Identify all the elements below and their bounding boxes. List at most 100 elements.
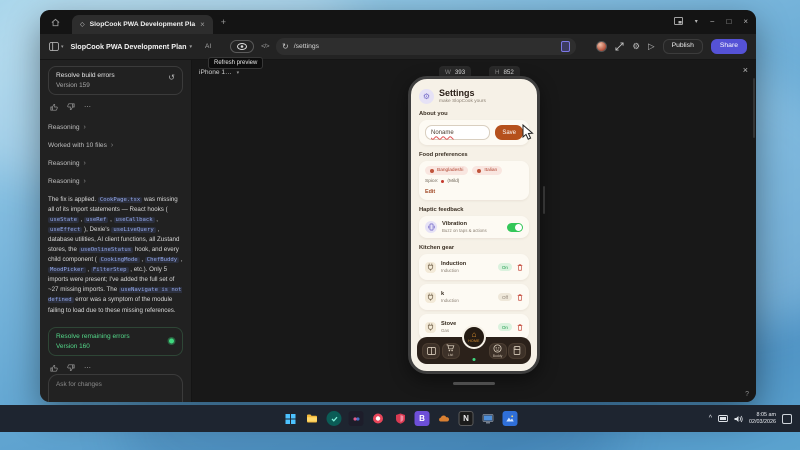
assistant-message: The fix is applied. CookPage.tsx was mis…: [48, 196, 183, 314]
gear-section-label: Kitchen gear: [419, 245, 455, 251]
start-button[interactable]: [283, 411, 298, 426]
thumbs-up-icon[interactable]: [50, 364, 58, 372]
reasoning-toggle[interactable]: Reasoning ›: [48, 178, 183, 185]
cuisine-pill: Italian: [472, 166, 503, 175]
version-card-159[interactable]: Resolve build errors Version 159 ↺: [48, 66, 183, 95]
preview-mode-button[interactable]: [230, 40, 255, 53]
restore-version-icon[interactable]: ↺: [168, 73, 175, 82]
notification-icon[interactable]: [782, 413, 792, 424]
status-badge[interactable]: Off: [497, 293, 512, 301]
nav-fridge[interactable]: [508, 342, 526, 359]
appliance-icon: [425, 261, 436, 273]
composer: + Claude Opus 4.6 ▾ ↑: [48, 373, 183, 402]
gear-row: Induction Induction On: [419, 254, 529, 280]
url-bar[interactable]: ↻ /settings: [276, 38, 577, 55]
help-icon[interactable]: ?: [745, 391, 749, 398]
app-window: ◇ SlopCook PWA Development Pla × + ▾ − □…: [40, 10, 756, 402]
reasoning-toggle[interactable]: Reasoning ›: [48, 160, 183, 167]
tab-close-icon[interactable]: ×: [200, 20, 205, 29]
haptic-section-label: Haptic feedback: [419, 207, 464, 213]
phone-scrollbar[interactable]: [543, 186, 545, 214]
worked-files-toggle[interactable]: Worked with 10 files ›: [48, 142, 183, 149]
reasoning-toggle[interactable]: Reasoning ›: [48, 124, 183, 131]
nav-list[interactable]: List: [441, 342, 460, 359]
pip-icon[interactable]: [673, 17, 683, 27]
cloud-app-icon[interactable]: [437, 411, 452, 426]
eye-icon: [237, 43, 248, 50]
avatar[interactable]: [596, 40, 608, 52]
run-icon[interactable]: ▷: [648, 42, 655, 51]
game-app-icon[interactable]: [371, 411, 386, 426]
volume-icon[interactable]: [734, 410, 743, 428]
vibration-title: Vibration: [442, 221, 468, 227]
project-caret-icon: ▾: [189, 43, 192, 50]
code-view-button[interactable]: </>: [261, 43, 269, 50]
settings-gear-icon: ⚙: [419, 88, 434, 104]
feedback-row: ⋯: [50, 103, 181, 111]
refresh-icon[interactable]: ↻: [282, 42, 289, 51]
network-icon[interactable]: [718, 410, 728, 428]
thumbs-down-icon[interactable]: [67, 364, 75, 372]
nav-buddy[interactable]: Buddy: [488, 342, 507, 359]
more-options-icon[interactable]: ⋯: [84, 103, 91, 111]
ai-badge: AI: [204, 43, 212, 50]
more-options-icon[interactable]: ⋯: [84, 364, 91, 372]
settings-gear-icon[interactable]: ⚙: [632, 42, 640, 51]
taskbar-clock[interactable]: 8:05 am 02/03/2026: [749, 412, 776, 426]
tab-slopcook[interactable]: ◇ SlopCook PWA Development Pla ×: [72, 15, 213, 34]
chat-input[interactable]: [56, 380, 175, 402]
bottom-nav: List ⌂ HOME Buddy: [417, 325, 531, 364]
menu-chevron-icon[interactable]: ▾: [695, 19, 698, 25]
layout-arrows-icon[interactable]: [615, 42, 624, 51]
nav-recipes[interactable]: [422, 342, 440, 359]
name-input[interactable]: Noname: [425, 125, 491, 140]
cuisine-pill: Bangladeshi: [425, 166, 469, 175]
tab-bar: ◇ SlopCook PWA Development Pla × + ▾ − □…: [40, 10, 756, 34]
maximize-button[interactable]: □: [726, 18, 731, 26]
mobile-view-icon[interactable]: [561, 41, 571, 52]
home-icon[interactable]: [48, 15, 62, 29]
chevron-right-icon: ›: [83, 160, 86, 167]
nav-home[interactable]: ⌂ HOME: [461, 325, 487, 364]
new-tab-button[interactable]: +: [221, 17, 226, 27]
trash-icon[interactable]: [517, 288, 523, 306]
tray-chevron-icon[interactable]: ^: [709, 415, 712, 422]
preview-scrollbar[interactable]: [753, 78, 755, 138]
minimize-button[interactable]: −: [710, 18, 715, 26]
active-dot: [472, 358, 476, 361]
share-button[interactable]: Share: [710, 39, 747, 54]
photos-app-icon[interactable]: [502, 411, 518, 426]
close-preview-icon[interactable]: ×: [743, 65, 748, 75]
version-card-160[interactable]: Resolve remaining errors Version 160: [48, 326, 183, 356]
display-app-icon[interactable]: [481, 411, 496, 426]
bolt-app-icon[interactable]: B: [414, 411, 430, 426]
project-title[interactable]: SlopCook PWA Development Plan ▾: [71, 42, 192, 51]
tab-title: SlopCook PWA Development Pla: [89, 21, 196, 28]
phone-link-icon[interactable]: [348, 411, 364, 426]
file-explorer-icon[interactable]: [305, 411, 320, 426]
refresh-tooltip: Refresh preview: [208, 57, 264, 69]
vibration-toggle[interactable]: [507, 222, 523, 232]
notepad-app-icon[interactable]: N: [458, 411, 474, 426]
trash-icon[interactable]: [517, 318, 523, 336]
status-badge[interactable]: On: [497, 323, 512, 331]
version-card-title: Resolve remaining errors: [56, 332, 130, 340]
thumbs-down-icon[interactable]: [67, 103, 75, 111]
trash-icon[interactable]: [517, 258, 523, 276]
book-icon: [426, 346, 436, 355]
security-app-icon[interactable]: [393, 411, 408, 426]
thumbs-up-icon[interactable]: [50, 103, 58, 111]
sidebar-toggle-icon[interactable]: ▾: [49, 42, 64, 51]
appliance-icon: [425, 291, 436, 303]
edit-link[interactable]: Edit: [425, 189, 523, 195]
publish-button[interactable]: Publish: [662, 39, 703, 54]
close-button[interactable]: ×: [743, 18, 748, 26]
todo-app-icon[interactable]: [326, 411, 342, 426]
device-selector[interactable]: iPhone 1… ▾: [199, 69, 239, 76]
version-card-version: Version 160: [56, 342, 90, 350]
spice-row: Spice: (Mild): [425, 179, 460, 184]
save-button[interactable]: Save: [495, 125, 523, 140]
chili-icon: [441, 180, 445, 183]
cuisine-icon: [477, 168, 482, 173]
status-badge[interactable]: On: [497, 263, 512, 271]
